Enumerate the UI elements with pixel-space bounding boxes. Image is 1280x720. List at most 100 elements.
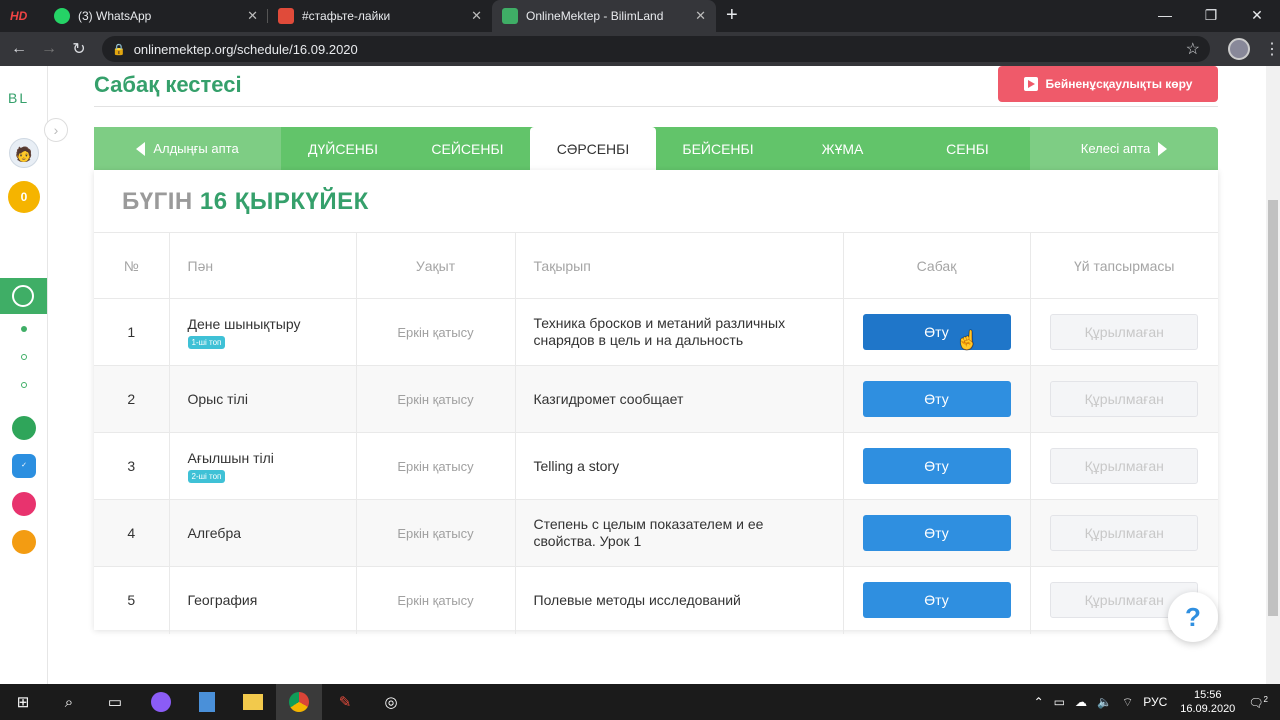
wifi-icon[interactable]: ⌔	[1122, 695, 1133, 710]
close-tab-icon[interactable]: ✕	[247, 8, 258, 24]
notifications-icon[interactable]: 🗨2	[1248, 695, 1268, 710]
col-header-homework: Үй тапсырмасы	[1030, 232, 1218, 299]
homework-cell: Құрылмаған	[1030, 432, 1218, 500]
search-icon[interactable]: ⌕	[46, 684, 92, 720]
subject-cell: Дене шынықтыру 1-ші топ	[169, 298, 357, 366]
sidebar-subitem-dot[interactable]	[21, 354, 27, 360]
back-icon[interactable]: ←	[4, 40, 34, 58]
sidebar-subitem-dot[interactable]	[21, 326, 27, 332]
col-header-time: Уақыт	[356, 232, 516, 299]
col-header-number: №	[94, 232, 170, 299]
tab-wednesday[interactable]: СӘРСЕНБІ	[530, 127, 656, 170]
arrow-right-icon	[1158, 141, 1168, 156]
topic-cell: Степень с целым показателем и ее свойств…	[515, 499, 844, 567]
row-number: 5	[94, 566, 170, 634]
bilimland-favicon-icon	[502, 8, 518, 24]
sidebar-subitem-dot[interactable]	[21, 382, 27, 388]
subject-cell: Алгебра	[169, 499, 357, 567]
subject-cell: География	[169, 566, 357, 634]
scrollbar-thumb[interactable]	[1268, 200, 1278, 616]
homework-status-button[interactable]: Құрылмаған	[1050, 448, 1199, 484]
twig-icon[interactable]	[12, 492, 36, 516]
go-to-lesson-button[interactable]: Өту	[862, 314, 1011, 350]
bilimland-icon[interactable]	[12, 416, 36, 440]
kebab-menu-icon[interactable]: ⋮	[1264, 39, 1280, 59]
tab-stafte-laiki[interactable]: #стафьте-лайки ✕	[268, 0, 492, 32]
sidebar-expand-chevron-icon[interactable]: ›	[44, 118, 68, 142]
lesson-cell: Өту	[843, 499, 1031, 567]
go-to-lesson-button[interactable]: Өту	[862, 381, 1011, 417]
checklist-icon[interactable]: ✓	[12, 454, 36, 478]
prev-week-button[interactable]: Алдыңғы апта	[94, 127, 281, 170]
next-week-button[interactable]: Келесі апта	[1030, 127, 1218, 170]
clock[interactable]: 15:56 16.09.2020	[1180, 688, 1235, 716]
clock-time: 15:56	[1194, 689, 1222, 701]
alice-assistant-icon[interactable]	[138, 684, 184, 720]
tab-label: #стафьте-лайки	[302, 9, 391, 23]
prev-week-label: Алдыңғы апта	[153, 141, 239, 156]
hd-app-icon[interactable]: HD	[0, 0, 44, 32]
imagination-icon[interactable]	[12, 530, 36, 554]
tab-onlinemektep[interactable]: OnlineMektep - BilimLand ✕	[492, 0, 716, 32]
bookmark-star-icon[interactable]: ☆	[1186, 39, 1200, 59]
new-tab-icon[interactable]: +	[716, 0, 748, 32]
close-tab-icon[interactable]: ✕	[471, 8, 482, 24]
task-view-icon[interactable]: ▭	[92, 684, 138, 720]
homework-status-button[interactable]: Құрылмаған	[1050, 381, 1199, 417]
sidebar-item-onlinemektep[interactable]	[0, 278, 47, 314]
day-label: ЖҰМА	[821, 140, 864, 157]
language-indicator[interactable]: РУС	[1143, 695, 1167, 709]
row-number: 2	[94, 365, 170, 433]
tab-thursday[interactable]: БЕЙСЕНБІ	[656, 127, 780, 170]
windows-taskbar: ⊞ ⌕ ▭ ✎ ◎ ⌃ ▭ ☁ 🔈 ⌔ РУС 15:56 16.09.2020 …	[0, 684, 1280, 720]
obs-icon[interactable]: ◎	[368, 684, 414, 720]
calculator-icon[interactable]	[184, 684, 230, 720]
tab-whatsapp[interactable]: (3) WhatsApp ✕	[44, 0, 268, 32]
cloud-icon[interactable]: ☁	[1075, 695, 1087, 709]
chevron-up-icon[interactable]: ⌃	[1034, 695, 1044, 709]
user-avatar[interactable]: 🧑	[9, 138, 39, 168]
go-to-lesson-button[interactable]: Өту	[862, 515, 1011, 551]
forward-icon[interactable]: →	[34, 40, 64, 58]
today-prefix: БҮГІН	[122, 188, 193, 215]
topic-cell: Казгидромет сообщает	[515, 365, 844, 433]
battery-icon[interactable]: ▭	[1054, 695, 1065, 709]
paint-app-icon[interactable]: ✎	[322, 684, 368, 720]
coin-balance-badge[interactable]: 0	[8, 181, 40, 213]
arrow-left-icon	[136, 141, 146, 156]
subject-name: Дене шынықтыру	[187, 315, 301, 332]
go-to-lesson-button[interactable]: Өту	[862, 448, 1011, 484]
page-scrollbar[interactable]	[1266, 66, 1280, 684]
maximize-icon[interactable]: ❐	[1188, 0, 1234, 32]
subject-name: Ағылшын тілі	[187, 449, 274, 466]
tab-monday[interactable]: ДҮЙСЕНБІ	[281, 127, 405, 170]
tab-friday[interactable]: ЖҰМА	[780, 127, 905, 170]
day-label: СЕЙСЕНБІ	[431, 140, 504, 157]
tab-tuesday[interactable]: СЕЙСЕНБІ	[405, 127, 530, 170]
close-window-icon[interactable]: ✕	[1234, 0, 1280, 32]
time-cell: Еркін қатысу	[356, 566, 516, 634]
left-sidebar: BL 🧑 0 ✓	[0, 66, 48, 684]
volume-icon[interactable]: 🔈	[1097, 695, 1112, 709]
file-explorer-icon[interactable]	[230, 684, 276, 720]
go-to-lesson-button[interactable]: Өту	[862, 582, 1011, 619]
window-controls: — ❐ ✕	[1142, 0, 1280, 32]
table-row: 5 География Еркін қатысу Полевые методы …	[94, 566, 1218, 634]
bl-logo[interactable]: BL	[8, 90, 29, 106]
help-button[interactable]: ?	[1168, 592, 1218, 642]
windows-start-icon[interactable]: ⊞	[0, 684, 46, 720]
homework-cell: Құрылмаған	[1030, 298, 1218, 366]
homework-status-button[interactable]: Құрылмаған	[1050, 314, 1199, 350]
address-bar[interactable]: 🔒 onlinemektep.org/schedule/16.09.2020 ☆	[102, 36, 1210, 62]
homework-status-button[interactable]: Құрылмаған	[1050, 515, 1199, 551]
chrome-icon[interactable]	[276, 684, 322, 720]
close-tab-icon[interactable]: ✕	[695, 8, 706, 24]
minimize-icon[interactable]: —	[1142, 0, 1188, 32]
tab-saturday[interactable]: СЕНБІ	[905, 127, 1030, 170]
video-guide-label: Бейненұсқаулықты көру	[1045, 77, 1193, 91]
profile-avatar[interactable]	[1228, 38, 1250, 60]
video-guide-button[interactable]: Бейненұсқаулықты көру	[998, 66, 1218, 102]
next-week-label: Келесі апта	[1080, 141, 1151, 156]
reload-icon[interactable]: ↻	[64, 39, 94, 59]
lesson-cell: Өту	[843, 432, 1031, 500]
